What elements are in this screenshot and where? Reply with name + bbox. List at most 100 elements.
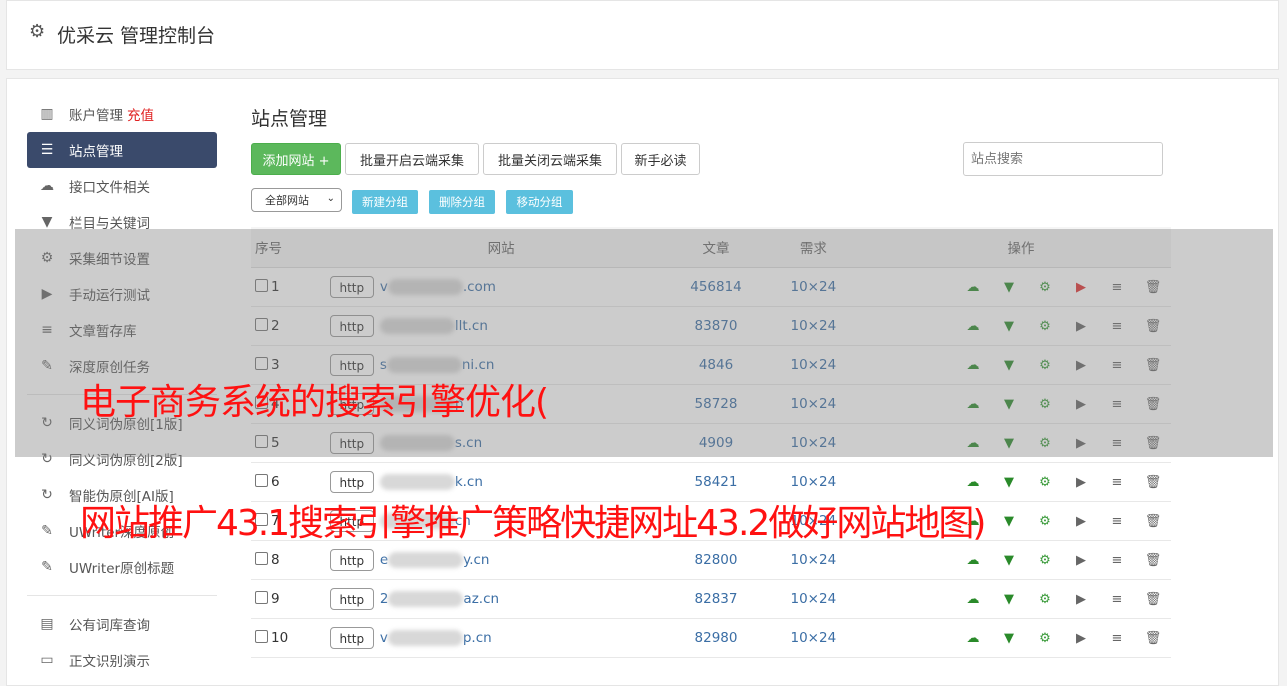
database-icon[interactable]: ≡ [1099,592,1135,607]
sidebar-item-sites[interactable]: ☰ 站点管理 [27,132,217,168]
delete-group-button[interactable]: 删除分组 [429,190,495,214]
filter-icon: ▼ [41,214,53,230]
row-index: 6 [271,474,280,490]
row-index: 10 [271,630,289,646]
new-group-button[interactable]: 新建分组 [352,190,418,214]
overlay-caption-line1: 电子商务系统的搜索引擎优化( [80,382,549,423]
edit-icon: ✎ [41,523,53,539]
app-title: 优采云 管理控制台 [57,25,216,47]
site-url-link[interactable]: v p.cn [380,630,492,646]
sidebar-item-label: 接口文件相关 [69,180,150,196]
sidebar-item-text-recognition[interactable]: ▭ 正文识别演示 [27,642,217,678]
sidebar-item-interface-files[interactable]: ☁ 接口文件相关 [27,168,217,204]
site-url-prefix: v [379,630,388,646]
site-url-prefix: e [379,552,389,568]
site-search-input[interactable] [963,142,1163,176]
filter-icon[interactable]: ▼ [991,631,1027,646]
batch-disable-button[interactable]: 批量关闭云端采集 [483,143,617,175]
cloud-upload-icon[interactable]: ☁ [955,592,991,607]
filter-icon[interactable]: ▼ [991,553,1027,568]
cogs-icon[interactable]: ⚙ [1027,631,1063,646]
site-cell: http 2 az.cn [325,579,677,619]
trash-icon[interactable]: 🗑 [1135,592,1171,607]
guide-button[interactable]: 新手必读 [621,143,700,175]
article-count[interactable]: 82837 [676,579,756,619]
row-checkbox[interactable] [255,552,268,565]
site-url-suffix: k.cn [454,474,483,490]
cloud-upload-icon[interactable]: ☁ [955,553,991,568]
edit-icon: ✎ [41,559,53,575]
cloud-upload-icon[interactable]: ☁ [955,631,991,646]
protocol-badge: http [329,549,374,571]
protocol-badge: http [329,627,374,649]
row-index-cell: 8 [251,540,326,580]
redacted-mask [379,474,455,490]
site-url-link[interactable]: k.cn [379,474,483,490]
requirement[interactable]: 10×24 [755,618,871,658]
move-group-button[interactable]: 移动分组 [506,190,573,214]
row-checkbox[interactable] [255,630,268,643]
requirement[interactable]: 10×24 [755,579,871,619]
refresh-icon: ↻ [41,487,53,503]
site-url-link[interactable]: e y.cn [379,552,490,568]
filter-icon[interactable]: ▼ [991,475,1027,490]
play-circle-icon[interactable]: ▶ [1063,475,1099,490]
redacted-mask [388,591,464,607]
site-url-suffix: p.cn [462,630,492,646]
trash-icon[interactable]: 🗑 [1135,514,1171,529]
bar-chart-icon: ▥ [40,106,54,122]
redacted-mask [387,630,463,646]
row-checkbox[interactable] [255,474,268,487]
row-index: 8 [271,552,280,568]
site-url-suffix: y.cn [463,552,490,568]
overlay-caption-line2: 网站推广43.1搜索引擎推广策略快捷网址43.2做好网站地图) [80,503,986,544]
batch-enable-button[interactable]: 批量开启云端采集 [345,143,479,175]
database-icon[interactable]: ≡ [1099,631,1135,646]
cogs-icon[interactable]: ⚙ [1027,592,1063,607]
sidebar-item-public-dict[interactable]: ▤ 公有词库查询 [27,606,217,642]
sidebar-item-account[interactable]: ▥ 账户管理 充值 [27,96,217,132]
play-circle-icon[interactable]: ▶ [1063,553,1099,568]
filter-icon[interactable]: ▼ [991,592,1027,607]
app-header: ⚙ 优采云 管理控制台 [6,0,1279,70]
trash-icon[interactable]: 🗑 [1135,553,1171,568]
ops-cell: ☁ ▼ ⚙ ▶ ≡ 🗑 [871,540,1171,580]
cogs-icon[interactable]: ⚙ [1027,475,1063,490]
database-icon[interactable]: ≡ [1099,553,1135,568]
book-icon: ▤ [40,616,54,632]
site-cell: http e y.cn [325,540,677,580]
row-index-cell: 9 [251,579,326,619]
cloud-upload-icon[interactable]: ☁ [955,475,991,490]
play-circle-icon[interactable]: ▶ [1063,631,1099,646]
table-row: 8 http e y.cn 82800 10×24 ☁ ▼ ⚙ ▶ ≡ 🗑 [251,540,1171,580]
group-select[interactable]: 全部网站 ⌄ [251,188,342,212]
article-count[interactable]: 82800 [676,540,756,580]
requirement[interactable]: 10×24 [755,540,871,580]
trash-icon[interactable]: 🗑 [1135,631,1171,646]
article-count[interactable]: 82980 [676,618,756,658]
site-url-link[interactable]: 2 az.cn [380,591,499,607]
database-icon[interactable]: ≡ [1099,514,1135,529]
database-icon[interactable]: ≡ [1099,475,1135,490]
group-select-value: 全部网站 [265,194,309,207]
trash-icon[interactable]: 🗑 [1135,475,1171,490]
gear-icon: ⚙ [29,21,46,42]
monitor-icon: ▭ [40,652,54,668]
recharge-link[interactable]: 充值 [127,104,154,124]
site-url-suffix: az.cn [463,591,500,607]
sidebar-item-label: 正文识别演示 [69,654,150,670]
play-circle-icon[interactable]: ▶ [1063,514,1099,529]
filter-icon[interactable]: ▼ [991,514,1027,529]
page-title: 站点管理 [251,108,328,130]
cloud-upload-icon: ☁ [40,178,54,194]
cogs-icon[interactable]: ⚙ [1027,514,1063,529]
protocol-badge: http [329,588,374,610]
add-site-button[interactable]: 添加网站 + [251,143,341,175]
row-checkbox[interactable] [255,591,268,604]
sidebar-divider [27,595,217,596]
play-circle-icon[interactable]: ▶ [1063,592,1099,607]
site-cell: http v p.cn [325,618,677,658]
cogs-icon[interactable]: ⚙ [1027,553,1063,568]
sidebar-item-uwriter-title[interactable]: ✎ UWriter原创标题 [27,549,217,585]
sidebar-item-label: 公有词库查询 [69,618,150,634]
